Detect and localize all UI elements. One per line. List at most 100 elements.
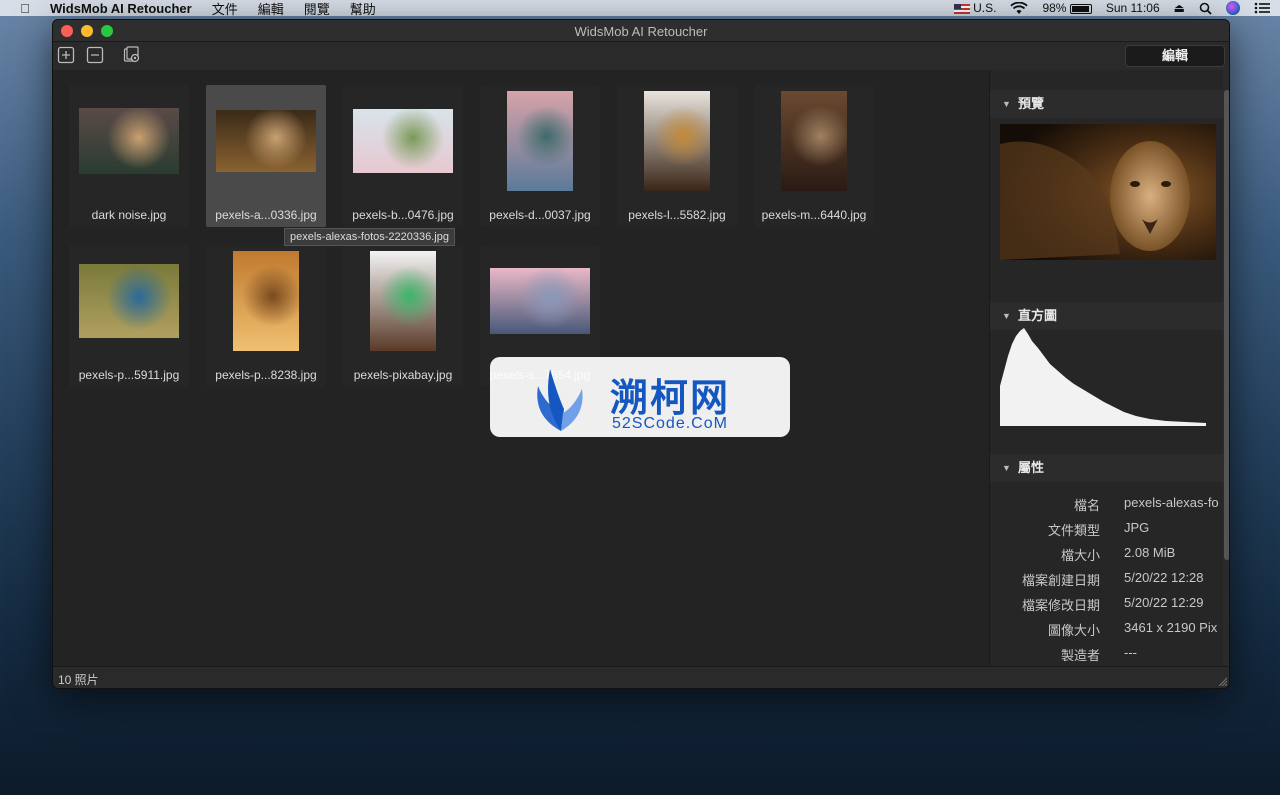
photo-tile[interactable]: pexels-l...5582.jpg (617, 85, 737, 227)
disclosure-triangle-icon: ▼ (1002, 463, 1011, 473)
thumbnail-frame (754, 85, 874, 197)
photo-filename: pexels-b...0476.jpg (352, 208, 454, 222)
preview-image (1000, 124, 1216, 260)
photo-tile[interactable]: pexels-m...6440.jpg (754, 85, 874, 227)
app-menu[interactable]: WidsMob AI Retoucher (50, 1, 192, 16)
thumbnail-frame (343, 85, 463, 197)
property-row: 文件類型 JPG (990, 520, 1229, 545)
property-value: pexels-alexas-fo (1124, 495, 1219, 510)
clock[interactable]: Sun 11:06 (1106, 1, 1160, 15)
title-bar[interactable]: WidsMob AI Retoucher (53, 20, 1229, 42)
property-row: 檔案修改日期 5/20/22 12:29 (990, 595, 1229, 620)
photo-tile[interactable]: pexels-p...8238.jpg (206, 245, 326, 387)
photo-thumbnail (233, 251, 299, 351)
property-key: 製造者 (1060, 648, 1100, 663)
property-row: 檔案創建日期 5/20/22 12:28 (990, 570, 1229, 595)
property-key: 檔名 (1073, 498, 1100, 513)
photo-thumbnail (353, 109, 453, 173)
photo-thumbnail (644, 91, 710, 191)
photo-thumbnail (370, 251, 436, 351)
thumbnail-frame (617, 85, 737, 197)
property-row: 製造者 --- (990, 645, 1229, 668)
photo-count: 10 照片 (58, 673, 99, 687)
photo-filename: pexels-m...6440.jpg (761, 208, 867, 222)
thumbnail-frame (69, 85, 189, 197)
wifi-icon[interactable] (1010, 1, 1029, 15)
property-value: 3461 x 2190 Pix (1124, 620, 1218, 635)
photo-thumbnail (507, 91, 573, 191)
wing-logo-icon (537, 369, 583, 431)
photo-filename: dark noise.jpg (91, 208, 167, 222)
thumbnail-frame (480, 85, 600, 197)
property-key: 檔大小 (1060, 548, 1100, 563)
photo-tile[interactable]: pexels-a...0336.jpg (206, 85, 326, 227)
eject-icon[interactable]: ⏏ (1174, 1, 1185, 15)
photo-thumbnail (216, 110, 316, 172)
property-row: 檔大小 2.08 MiB (990, 545, 1229, 570)
thumbnail-frame (69, 245, 189, 357)
window-title: WidsMob AI Retoucher (574, 24, 708, 39)
menubar:  WidsMob AI Retoucher 文件 編輯 閱覽 幫助 U.S. … (0, 0, 1280, 18)
panel-scroll-thumb[interactable] (1224, 90, 1229, 560)
app-window: WidsMob AI Retoucher 編輯 pexels-alexas-fo… (52, 19, 1230, 689)
input-source[interactable]: U.S. (953, 1, 996, 15)
siri-icon[interactable] (1226, 1, 1240, 15)
remove-photo-icon[interactable] (86, 46, 104, 64)
thumbnail-frame (206, 245, 326, 357)
property-value: 5/20/22 12:28 (1124, 570, 1204, 585)
property-key: 檔案修改日期 (1021, 598, 1100, 613)
watermark-overlay: 溯柯网 52SCode.CoM (490, 357, 790, 437)
us-flag-icon (953, 3, 970, 14)
photo-filename: pexels-p...8238.jpg (215, 368, 317, 382)
filename-tooltip: pexels-alexas-fotos-2220336.jpg (284, 228, 455, 246)
photo-tile[interactable]: pexels-d...0037.jpg (480, 85, 600, 227)
edit-button[interactable]: 編輯 (1125, 45, 1225, 67)
info-panel: ▼ 預覽 ▼ 直方圖 ▼ 屬性 檔名 pexels-alexas-fo 文件類型 JPG 檔大… (989, 70, 1229, 668)
photo-filename: pexels-l...5582.jpg (628, 208, 726, 222)
photo-filename: pexels-p...5911.jpg (78, 368, 180, 382)
battery-icon (1069, 3, 1092, 14)
property-key: 文件類型 (1047, 523, 1100, 538)
property-row: 圖像大小 3461 x 2190 Pix (990, 620, 1229, 645)
thumbnail-frame (206, 85, 326, 197)
photo-thumbnail (781, 91, 847, 191)
thumbnail-frame (343, 245, 463, 357)
property-value: JPG (1124, 520, 1150, 535)
resize-grip-icon[interactable] (1217, 676, 1227, 686)
panel-scrollbar[interactable] (1223, 70, 1229, 668)
property-key: 檔案創建日期 (1021, 573, 1100, 588)
properties-section-header[interactable]: ▼ 屬性 (990, 454, 1224, 482)
photo-tile[interactable]: pexels-b...0476.jpg (343, 85, 463, 227)
photo-filename: pexels-a...0336.jpg (215, 208, 317, 222)
photo-thumbnail (490, 268, 590, 334)
watermark-url: 52SCode.CoM (612, 415, 728, 432)
preview-section-header[interactable]: ▼ 預覽 (990, 90, 1224, 118)
photo-tile[interactable]: pexels-p...5911.jpg (69, 245, 189, 387)
property-row: 檔名 pexels-alexas-fo (990, 495, 1229, 520)
menu-file[interactable]: 文件 (212, 0, 238, 18)
photo-tile[interactable]: dark noise.jpg (69, 85, 189, 227)
status-bar: 10 照片 (53, 666, 1229, 688)
battery-status[interactable]: 98% (1042, 1, 1092, 15)
add-photo-icon[interactable] (57, 46, 75, 64)
property-value: 5/20/22 12:29 (1124, 595, 1204, 610)
toolbar: 編輯 (53, 42, 1229, 70)
menu-edit[interactable]: 編輯 (258, 0, 284, 18)
apple-icon[interactable]:  (16, 1, 34, 16)
spotlight-search-icon[interactable] (1199, 2, 1212, 15)
menu-help[interactable]: 幫助 (350, 0, 376, 18)
thumbnail-frame (480, 245, 600, 357)
property-value: --- (1124, 645, 1137, 660)
photo-thumbnail (79, 108, 179, 174)
batch-settings-icon[interactable] (123, 46, 141, 64)
menubar-extras: U.S. 98% Sun 11:06 ⏏ (953, 0, 1270, 16)
notification-center-icon[interactable] (1254, 2, 1270, 14)
photo-filename: pexels-d...0037.jpg (489, 208, 591, 222)
watermark-title: 溯柯网 (610, 378, 731, 420)
photo-filename: pexels-pixabay.jpg (353, 368, 453, 382)
disclosure-triangle-icon: ▼ (1002, 99, 1011, 109)
property-key: 圖像大小 (1047, 623, 1100, 638)
property-value: 2.08 MiB (1124, 545, 1176, 560)
menu-view[interactable]: 閱覽 (304, 0, 330, 18)
photo-tile[interactable]: pexels-pixabay.jpg (343, 245, 463, 387)
